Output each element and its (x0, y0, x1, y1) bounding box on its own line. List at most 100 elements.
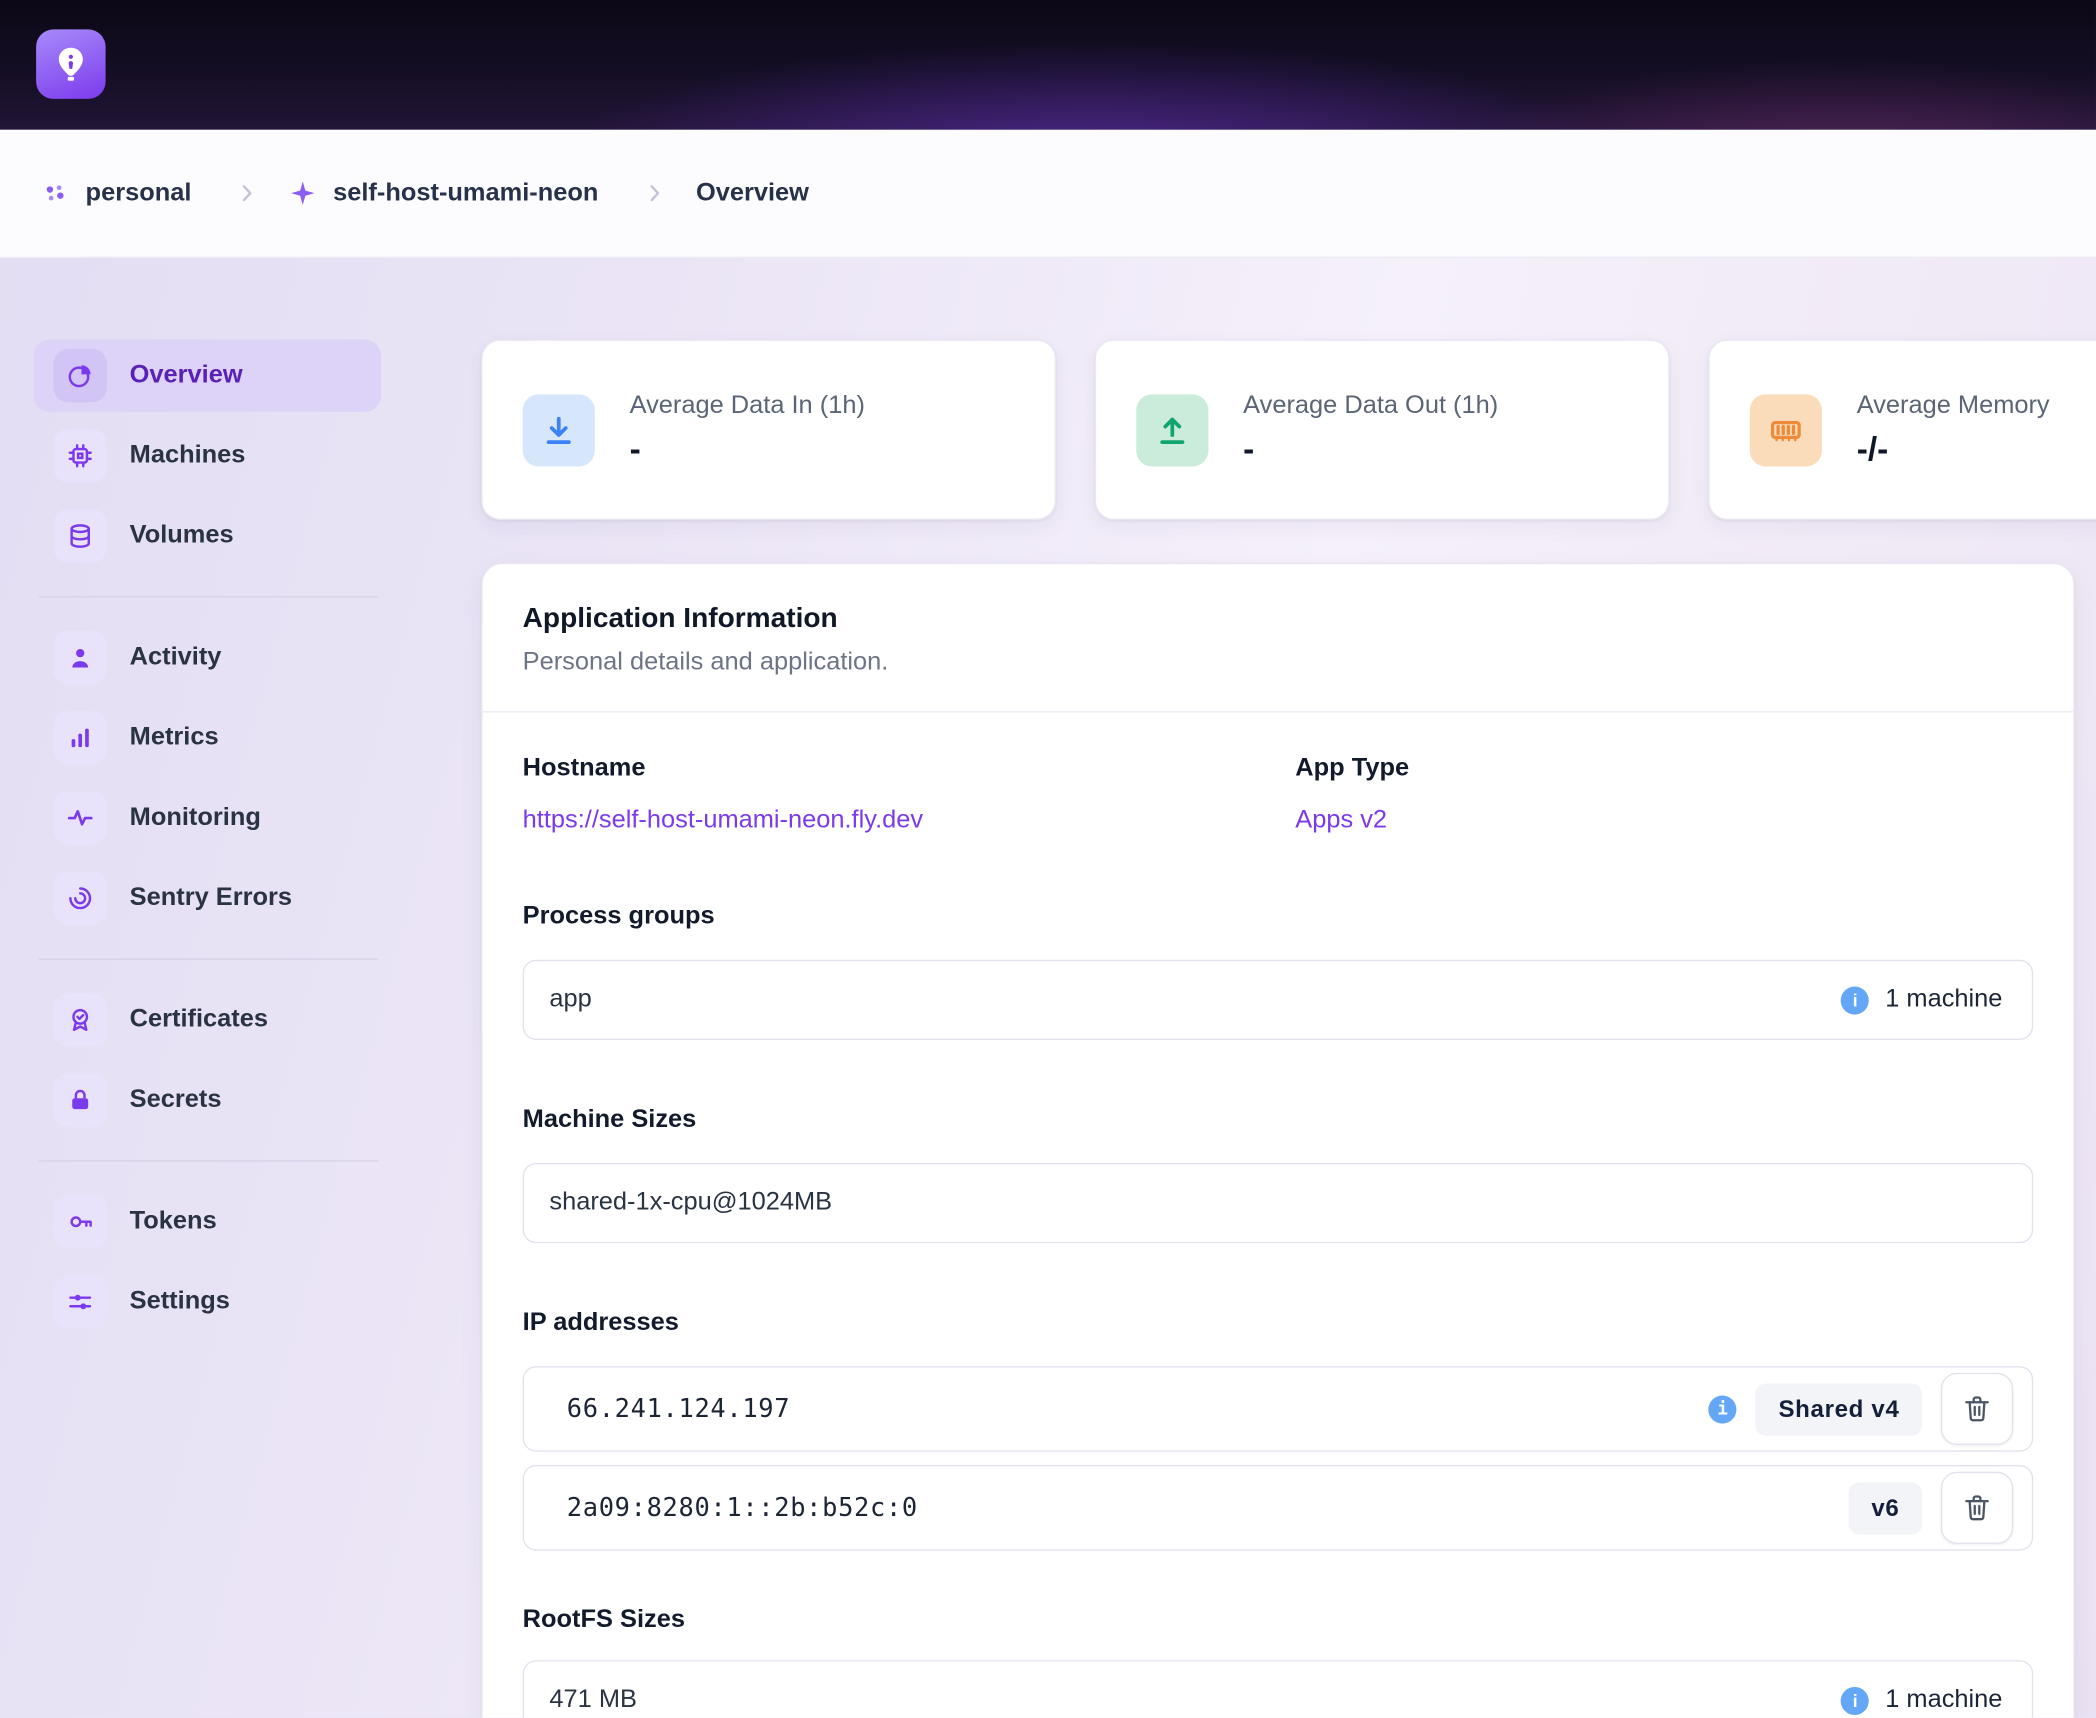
stats-row: Average Data In (1h) - Average Data Out … (481, 340, 2096, 520)
card-subtitle: Personal details and application. (523, 648, 2034, 677)
ip-address-value: 2a09:8280:1::2b:b52c:0 (567, 1493, 918, 1522)
page-content: Overview Machines Volumes Activity (0, 258, 2096, 1718)
sidebar-item-label: Tokens (130, 1207, 217, 1236)
machine-size-value: shared-1x-cpu@1024MB (549, 1188, 832, 1217)
rootfs-row: 471 MB 1 machine (523, 1660, 2034, 1717)
trash-icon (1961, 1393, 1993, 1425)
machine-sizes-label: Machine Sizes (523, 1104, 2034, 1136)
sidebar-item-label: Machines (130, 441, 246, 470)
application-information-card: Application Information Personal details… (481, 563, 2074, 1718)
card-title: Application Information (523, 603, 2034, 635)
stat-value: -/- (1857, 430, 2050, 469)
user-icon (53, 631, 106, 684)
arrow-up-icon (1136, 394, 1208, 466)
sidebar-item-certificates[interactable]: Certificates (33, 984, 381, 1056)
sidebar-item-activity[interactable]: Activity (33, 622, 381, 694)
sidebar-item-label: Certificates (130, 1005, 268, 1034)
database-icon (53, 509, 106, 562)
ip-type-badge: v6 (1849, 1482, 1923, 1534)
sidebar-item-overview[interactable]: Overview (33, 340, 381, 412)
ip-address-value: 66.241.124.197 (567, 1394, 790, 1423)
sidebar-item-volumes[interactable]: Volumes (33, 500, 381, 572)
key-icon (53, 1195, 106, 1248)
chip-icon (53, 429, 106, 482)
stat-card-data-in: Average Data In (1h) - (481, 340, 1056, 520)
ip-address-row: 2a09:8280:1::2b:b52c:0 v6 (523, 1465, 2034, 1551)
stat-label: Average Memory (1857, 391, 2050, 420)
trash-icon (1961, 1492, 1993, 1524)
machine-count: 1 machine (1885, 985, 2002, 1014)
sidebar-item-label: Volumes (130, 521, 234, 550)
memory-icon (1750, 394, 1822, 466)
sidebar-item-metrics[interactable]: Metrics (33, 702, 381, 774)
sidebar-divider (39, 1160, 379, 1161)
sidebar-item-sentry-errors[interactable]: Sentry Errors (33, 862, 381, 934)
breadcrumb-page: Overview (696, 178, 809, 207)
sidebar-item-label: Sentry Errors (130, 884, 292, 913)
sidebar-divider (39, 596, 379, 597)
arrow-down-icon (523, 394, 595, 466)
breadcrumb-org[interactable]: personal (86, 178, 192, 207)
main-content: Average Data In (1h) - Average Data Out … (481, 340, 2096, 1718)
org-dots-icon (40, 178, 69, 207)
breadcrumb-app[interactable]: self-host-umami-neon (333, 178, 598, 207)
sidebar-item-secrets[interactable]: Secrets (33, 1064, 381, 1136)
rootfs-size-value: 471 MB (549, 1686, 637, 1715)
ip-addresses-label: IP addresses (523, 1307, 2034, 1339)
balloon-icon (51, 44, 91, 84)
sidebar-item-tokens[interactable]: Tokens (33, 1186, 381, 1258)
sliders-icon (53, 1275, 106, 1328)
info-icon[interactable] (1841, 1686, 1869, 1714)
hostname-label: Hostname (523, 753, 1296, 785)
delete-ip-button[interactable] (1941, 1373, 2013, 1445)
breadcrumb: personal self-host-umami-neon Overview (0, 130, 2096, 258)
stat-value: - (1243, 430, 1498, 469)
sidebar-item-label: Settings (130, 1287, 230, 1316)
top-bar (0, 0, 2096, 130)
pulse-icon (53, 791, 106, 844)
badge-check-icon (53, 993, 106, 1046)
stat-value: - (630, 430, 865, 469)
pie-chart-icon (53, 349, 106, 402)
machine-size-row: shared-1x-cpu@1024MB (523, 1163, 2034, 1243)
app-type-label: App Type (1295, 753, 2033, 785)
app-type-link[interactable]: Apps v2 (1295, 805, 1387, 837)
sparkle-icon (289, 179, 317, 207)
info-icon[interactable] (1709, 1395, 1737, 1423)
ip-address-row: 66.241.124.197 Shared v4 (523, 1366, 2034, 1452)
ip-type-badge: Shared v4 (1756, 1383, 1922, 1435)
info-icon[interactable] (1841, 986, 1869, 1014)
process-groups-label: Process groups (523, 901, 2034, 933)
sidebar-item-label: Activity (130, 643, 222, 672)
card-header: Application Information Personal details… (483, 564, 2074, 712)
hostname-apptype-grid: Hostname https://self-host-umami-neon.fl… (523, 753, 2034, 837)
machine-count: 1 machine (1885, 1686, 2002, 1715)
sidebar-item-machines[interactable]: Machines (33, 420, 381, 492)
hostname-link[interactable]: https://self-host-umami-neon.fly.dev (523, 805, 923, 837)
bar-chart-icon (53, 711, 106, 764)
sidebar-item-monitoring[interactable]: Monitoring (33, 782, 381, 854)
app-type-field: App Type Apps v2 (1295, 753, 2033, 837)
app-root: personal self-host-umami-neon Overview O… (0, 0, 2096, 1718)
process-group-row: app 1 machine (523, 960, 2034, 1040)
sentry-spiral-icon (53, 872, 106, 925)
flyio-logo[interactable] (36, 29, 106, 99)
card-body: Hostname https://self-host-umami-neon.fl… (483, 712, 2074, 1717)
stat-label: Average Data In (1h) (630, 391, 865, 420)
sidebar-item-settings[interactable]: Settings (33, 1266, 381, 1338)
rootfs-sizes-label: RootFS Sizes (523, 1604, 2034, 1636)
sidebar-divider (39, 958, 379, 959)
sidebar: Overview Machines Volumes Activity (33, 340, 481, 1718)
sidebar-item-label: Metrics (130, 723, 219, 752)
chevron-right-icon (641, 180, 666, 205)
chevron-right-icon (234, 180, 259, 205)
lock-icon (53, 1073, 106, 1126)
sidebar-item-label: Monitoring (130, 803, 261, 832)
stat-card-data-out: Average Data Out (1h) - (1095, 340, 1670, 520)
sidebar-item-label: Secrets (130, 1085, 222, 1114)
hostname-field: Hostname https://self-host-umami-neon.fl… (523, 753, 1296, 837)
sidebar-item-label: Overview (130, 361, 243, 390)
stat-card-memory: Average Memory -/- (1708, 340, 2096, 520)
delete-ip-button[interactable] (1941, 1472, 2013, 1544)
process-group-name: app (549, 985, 591, 1014)
